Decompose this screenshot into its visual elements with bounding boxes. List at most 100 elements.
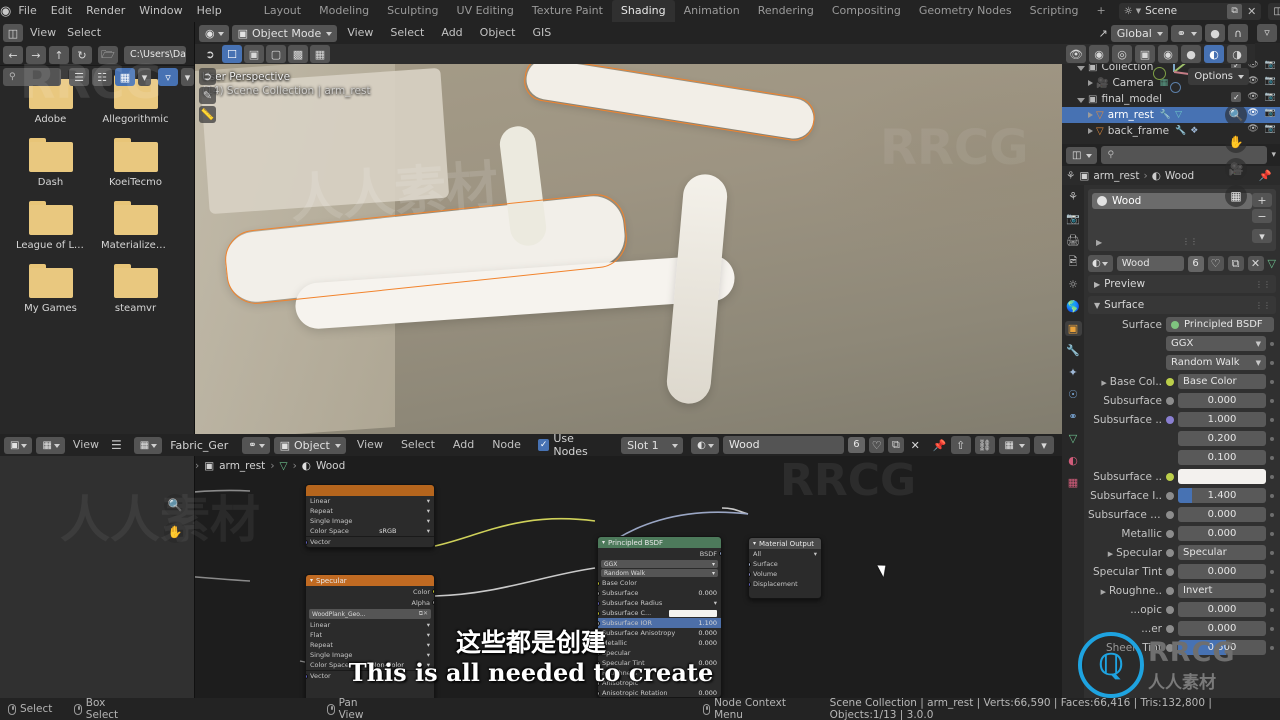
select-intersect-icon[interactable]: ▦ xyxy=(310,45,330,63)
node-subsurface-method-dropdown[interactable]: Random Walk ▾ xyxy=(601,569,718,577)
editor-options-icon[interactable]: ▾ xyxy=(1034,436,1054,454)
render-icon[interactable]: 📷 xyxy=(1065,211,1082,226)
browse-material-icon[interactable]: ◐ xyxy=(691,436,719,454)
menu-file[interactable]: File xyxy=(11,1,43,21)
property-row-subsurface[interactable]: Subsurface 0.000 xyxy=(1088,392,1274,409)
property-number[interactable]: 0.000 xyxy=(1178,393,1266,408)
node-socket-subsurface[interactable]: Subsurface 0.000 xyxy=(598,588,721,598)
disclosure-triangle-icon[interactable] xyxy=(1088,80,1093,86)
visibility-eye-icon[interactable]: 👁 xyxy=(1247,92,1258,102)
image-texture-node-top[interactable]: Linear ▾ Repeat ▾ Single Image ▾ Color Spac… xyxy=(305,484,435,548)
material-output-node[interactable]: ▾ Material Output All ▾ Surface Volume Di… xyxy=(748,537,822,599)
surface-shader-dropdown[interactable]: Principled BSDF xyxy=(1166,317,1274,332)
file-list[interactable]: Adobe Allegorithmic Dash KoeiTecmo Leagu… xyxy=(0,66,194,434)
property-number[interactable]: 0.200 xyxy=(1178,431,1266,446)
node-output-bsdf[interactable]: BSDF xyxy=(598,548,721,559)
snap-node-icon[interactable]: ⇧ xyxy=(950,436,971,454)
image-editor-preview[interactable]: 🔍 ✋ xyxy=(0,456,195,698)
world-icon[interactable]: 🌎 xyxy=(1065,299,1082,314)
chevron-down-icon[interactable]: ▾ xyxy=(1271,150,1276,160)
node-socket-subsurface-color[interactable]: Subsurface C... xyxy=(598,608,721,618)
list-item[interactable]: Dash xyxy=(16,138,85,188)
scene-icon[interactable]: ☼ xyxy=(1065,277,1082,292)
object-icon[interactable]: ▣ xyxy=(1064,321,1082,336)
node-header[interactable]: ▾ Material Output xyxy=(749,538,821,549)
property-row-value[interactable]: 0.200 xyxy=(1088,430,1274,447)
animate-dot[interactable] xyxy=(1270,360,1274,365)
property-row-specular[interactable]: ▶ Specular Specular xyxy=(1088,544,1274,561)
socket-dot[interactable] xyxy=(1166,472,1174,481)
property-link[interactable]: Invert xyxy=(1178,583,1266,598)
unlink-material-icon[interactable]: ✕ xyxy=(908,437,923,453)
menu-help[interactable]: Help xyxy=(190,1,229,21)
chevron-right-icon[interactable]: ▶ xyxy=(1108,550,1113,558)
node-row[interactable]: Linear ▾ xyxy=(306,496,434,506)
breadcrumb-material[interactable]: Wood xyxy=(316,460,345,472)
copy-material-icon[interactable]: ⧉ xyxy=(888,437,904,453)
node-menu-select[interactable]: Select xyxy=(394,435,442,455)
select-tool-icon[interactable]: ➲ xyxy=(200,45,220,63)
particles-icon[interactable]: ✦ xyxy=(1065,365,1082,380)
render-camera-icon[interactable]: 📷 xyxy=(1265,76,1276,86)
chevron-right-icon[interactable]: ▶ xyxy=(1101,588,1106,596)
property-row-metallic[interactable]: Metallic 0.000 xyxy=(1088,525,1274,542)
shading-material-icon[interactable]: ◐ xyxy=(1204,45,1224,63)
pin-icon[interactable]: 📌 xyxy=(933,439,947,452)
texture-icon[interactable]: ▦ xyxy=(1065,475,1082,490)
node-socket-specular[interactable]: Specular xyxy=(598,648,721,658)
back-button[interactable]: ← xyxy=(3,46,23,64)
refresh-button[interactable]: ↻ xyxy=(72,46,92,64)
display-size-dropdown[interactable]: ▾ xyxy=(138,68,151,86)
editor-type-selector[interactable]: ◉ xyxy=(199,24,229,42)
node-socket-volume[interactable]: Volume xyxy=(749,569,821,579)
shader-material-field[interactable]: Wood xyxy=(722,436,844,454)
tab-animation[interactable]: Animation xyxy=(675,0,749,22)
property-row-subsurface-i[interactable]: Subsurface I.. 1.400 xyxy=(1088,487,1274,504)
animate-dot[interactable] xyxy=(1270,512,1274,517)
node-socket-vector[interactable]: Vector xyxy=(306,536,434,546)
transform-orientation-dropdown[interactable]: Global xyxy=(1110,24,1168,42)
image-editor-mode-icon[interactable]: ▦ xyxy=(36,436,65,454)
animate-dot[interactable] xyxy=(1270,398,1274,403)
tab-shading[interactable]: Shading xyxy=(611,0,675,22)
visibility-icon[interactable]: 👁 xyxy=(1066,45,1086,63)
tab-texture-paint[interactable]: Texture Paint xyxy=(523,0,612,22)
animate-dot[interactable] xyxy=(1270,645,1274,650)
animate-dot[interactable] xyxy=(1270,493,1274,498)
image-view-menu[interactable]: View xyxy=(69,435,103,455)
falloff-dropdown[interactable]: ∩ xyxy=(1228,24,1248,42)
tab-sculpting[interactable]: Sculpting xyxy=(378,0,447,22)
display-detail-button[interactable]: ☷ xyxy=(92,68,112,86)
output-icon[interactable]: 🖨 xyxy=(1065,233,1082,248)
expand-arrow-icon[interactable]: ▶ xyxy=(1096,238,1102,247)
node-distribution-dropdown[interactable]: GGX ▾ xyxy=(601,560,718,568)
menu-window[interactable]: Window xyxy=(132,1,189,21)
socket-dot[interactable] xyxy=(1166,491,1174,500)
editor-type-icon[interactable]: ◫ xyxy=(3,24,23,42)
property-link[interactable]: Base Color xyxy=(1178,374,1266,389)
pan-hand-icon[interactable]: ✋ xyxy=(164,521,186,543)
overlay-dropdown[interactable]: ▦ xyxy=(998,436,1030,454)
gizmo-axis-neg-z[interactable] xyxy=(1170,82,1181,93)
subsurface-method-dropdown[interactable]: Random Walk ▼ xyxy=(1166,355,1266,370)
node-texture-selector[interactable]: WoodPlank_Geo... ⧉✕ xyxy=(309,609,431,619)
property-number[interactable]: 0.000 xyxy=(1178,526,1266,541)
node-socket-metallic[interactable]: Metallic 0.000 xyxy=(598,638,721,648)
display-list-button[interactable]: ☰ xyxy=(69,68,89,86)
shading-wireframe-icon[interactable]: ◉ xyxy=(1158,45,1178,63)
image-name-label[interactable]: Fabric_Ger xyxy=(166,439,232,452)
display-thumbnail-button[interactable]: ▦ xyxy=(115,68,135,86)
node-row[interactable]: Flat ▾ xyxy=(306,630,434,640)
socket-dot[interactable] xyxy=(1166,529,1174,538)
menu-edit[interactable]: Edit xyxy=(44,1,79,21)
animate-dot[interactable] xyxy=(1270,569,1274,574)
data-icon[interactable]: ▽ xyxy=(1065,431,1082,446)
node-socket-base-color[interactable]: Base Color xyxy=(598,578,721,588)
material-users-count[interactable]: 6 xyxy=(1187,255,1204,272)
tweak-tool-icon[interactable]: ➲ xyxy=(199,68,216,85)
snap-dropdown[interactable]: ⚭ xyxy=(1170,24,1202,42)
shading-rendered-icon[interactable]: ◑ xyxy=(1227,45,1247,63)
property-number[interactable]: 1.000 xyxy=(1178,412,1266,427)
node-row[interactable]: Single Image ▾ xyxy=(306,516,434,526)
node-row[interactable]: Linear ▾ xyxy=(306,620,434,630)
